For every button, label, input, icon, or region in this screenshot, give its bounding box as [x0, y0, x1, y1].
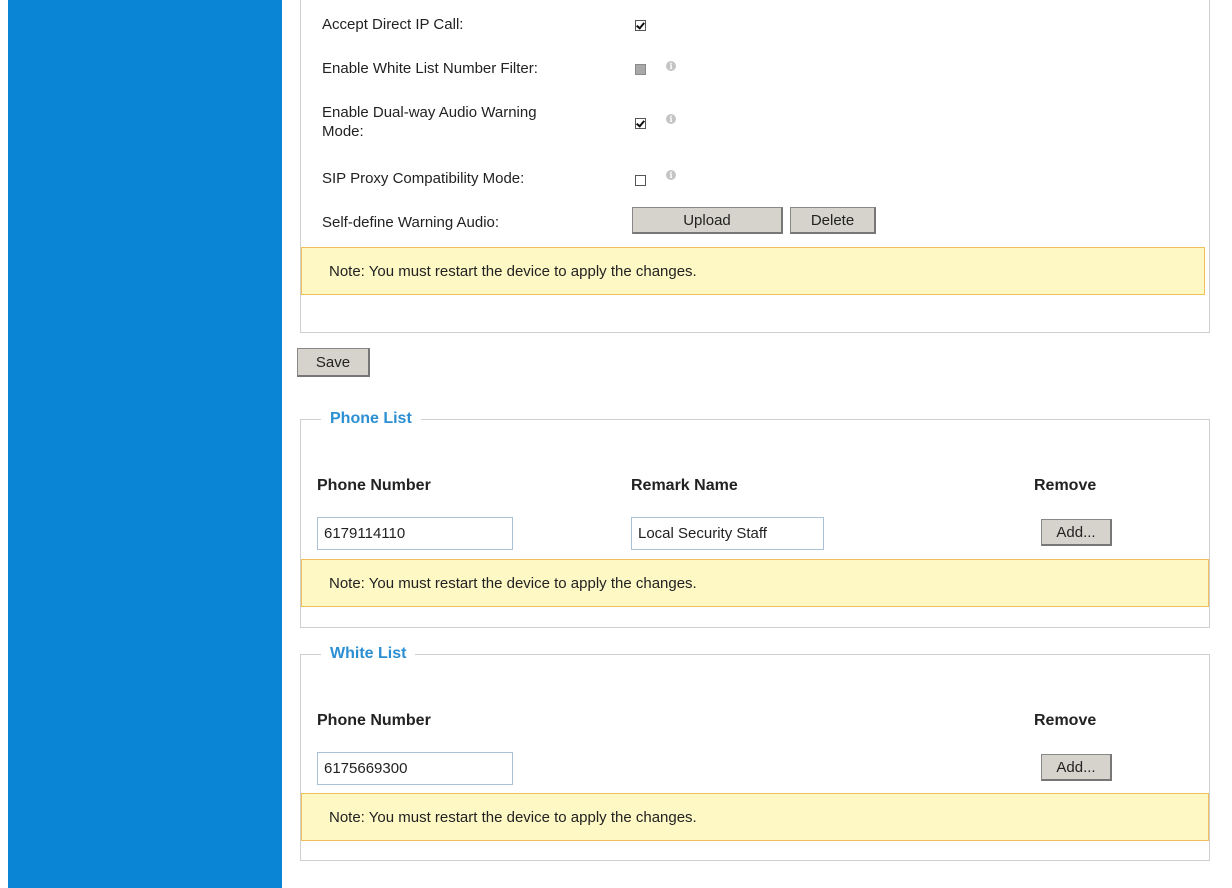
white-list-title: White List: [330, 645, 407, 662]
phone-number-input[interactable]: [317, 517, 513, 550]
accept-direct-ip-call-checkbox[interactable]: [635, 20, 646, 31]
settings-panel: Accept Direct IP Call: Enable White List…: [300, 0, 1210, 333]
accept-direct-ip-call-label: Accept Direct IP Call:: [322, 16, 464, 33]
dual-way-audio-checkbox[interactable]: [635, 118, 646, 129]
remark-name-header: Remark Name: [631, 477, 738, 494]
sidebar: [8, 0, 282, 888]
dual-way-audio-label-line2: Mode:: [322, 123, 364, 140]
white-list-filter-label: Enable White List Number Filter:: [322, 60, 538, 77]
remove-header: Remove: [1034, 712, 1097, 729]
dual-way-audio-label-line1: Enable Dual-way Audio Warning: [322, 104, 537, 121]
info-icon[interactable]: i: [666, 114, 676, 124]
info-icon[interactable]: i: [666, 61, 676, 71]
restart-note: Note: You must restart the device to app…: [301, 793, 1209, 841]
save-button[interactable]: Save: [297, 348, 370, 377]
phone-list-panel: Phone List Phone Number Remark Name Remo…: [300, 410, 1210, 628]
remark-name-input[interactable]: [631, 517, 824, 550]
white-list-phone-input[interactable]: [317, 752, 513, 785]
phone-list-title: Phone List: [330, 410, 412, 427]
restart-note: Note: You must restart the device to app…: [301, 559, 1209, 607]
white-list-filter-checkbox[interactable]: [635, 64, 646, 75]
info-icon[interactable]: i: [666, 170, 676, 180]
delete-button[interactable]: Delete: [790, 207, 876, 234]
add-white-list-button[interactable]: Add...: [1041, 754, 1112, 781]
main-content: Accept Direct IP Call: Enable White List…: [296, 0, 1214, 888]
restart-note: Note: You must restart the device to app…: [301, 247, 1205, 295]
warning-audio-label: Self-define Warning Audio:: [322, 214, 500, 231]
sip-proxy-compat-checkbox[interactable]: [635, 175, 646, 186]
phone-number-header: Phone Number: [317, 712, 431, 729]
add-phone-button[interactable]: Add...: [1041, 519, 1112, 546]
remove-header: Remove: [1034, 477, 1097, 494]
white-list-panel: White List Phone Number Remove Add... No…: [300, 645, 1210, 861]
phone-number-header: Phone Number: [317, 477, 431, 494]
sip-proxy-compat-label: SIP Proxy Compatibility Mode:: [322, 170, 525, 187]
upload-button[interactable]: Upload: [632, 207, 783, 234]
